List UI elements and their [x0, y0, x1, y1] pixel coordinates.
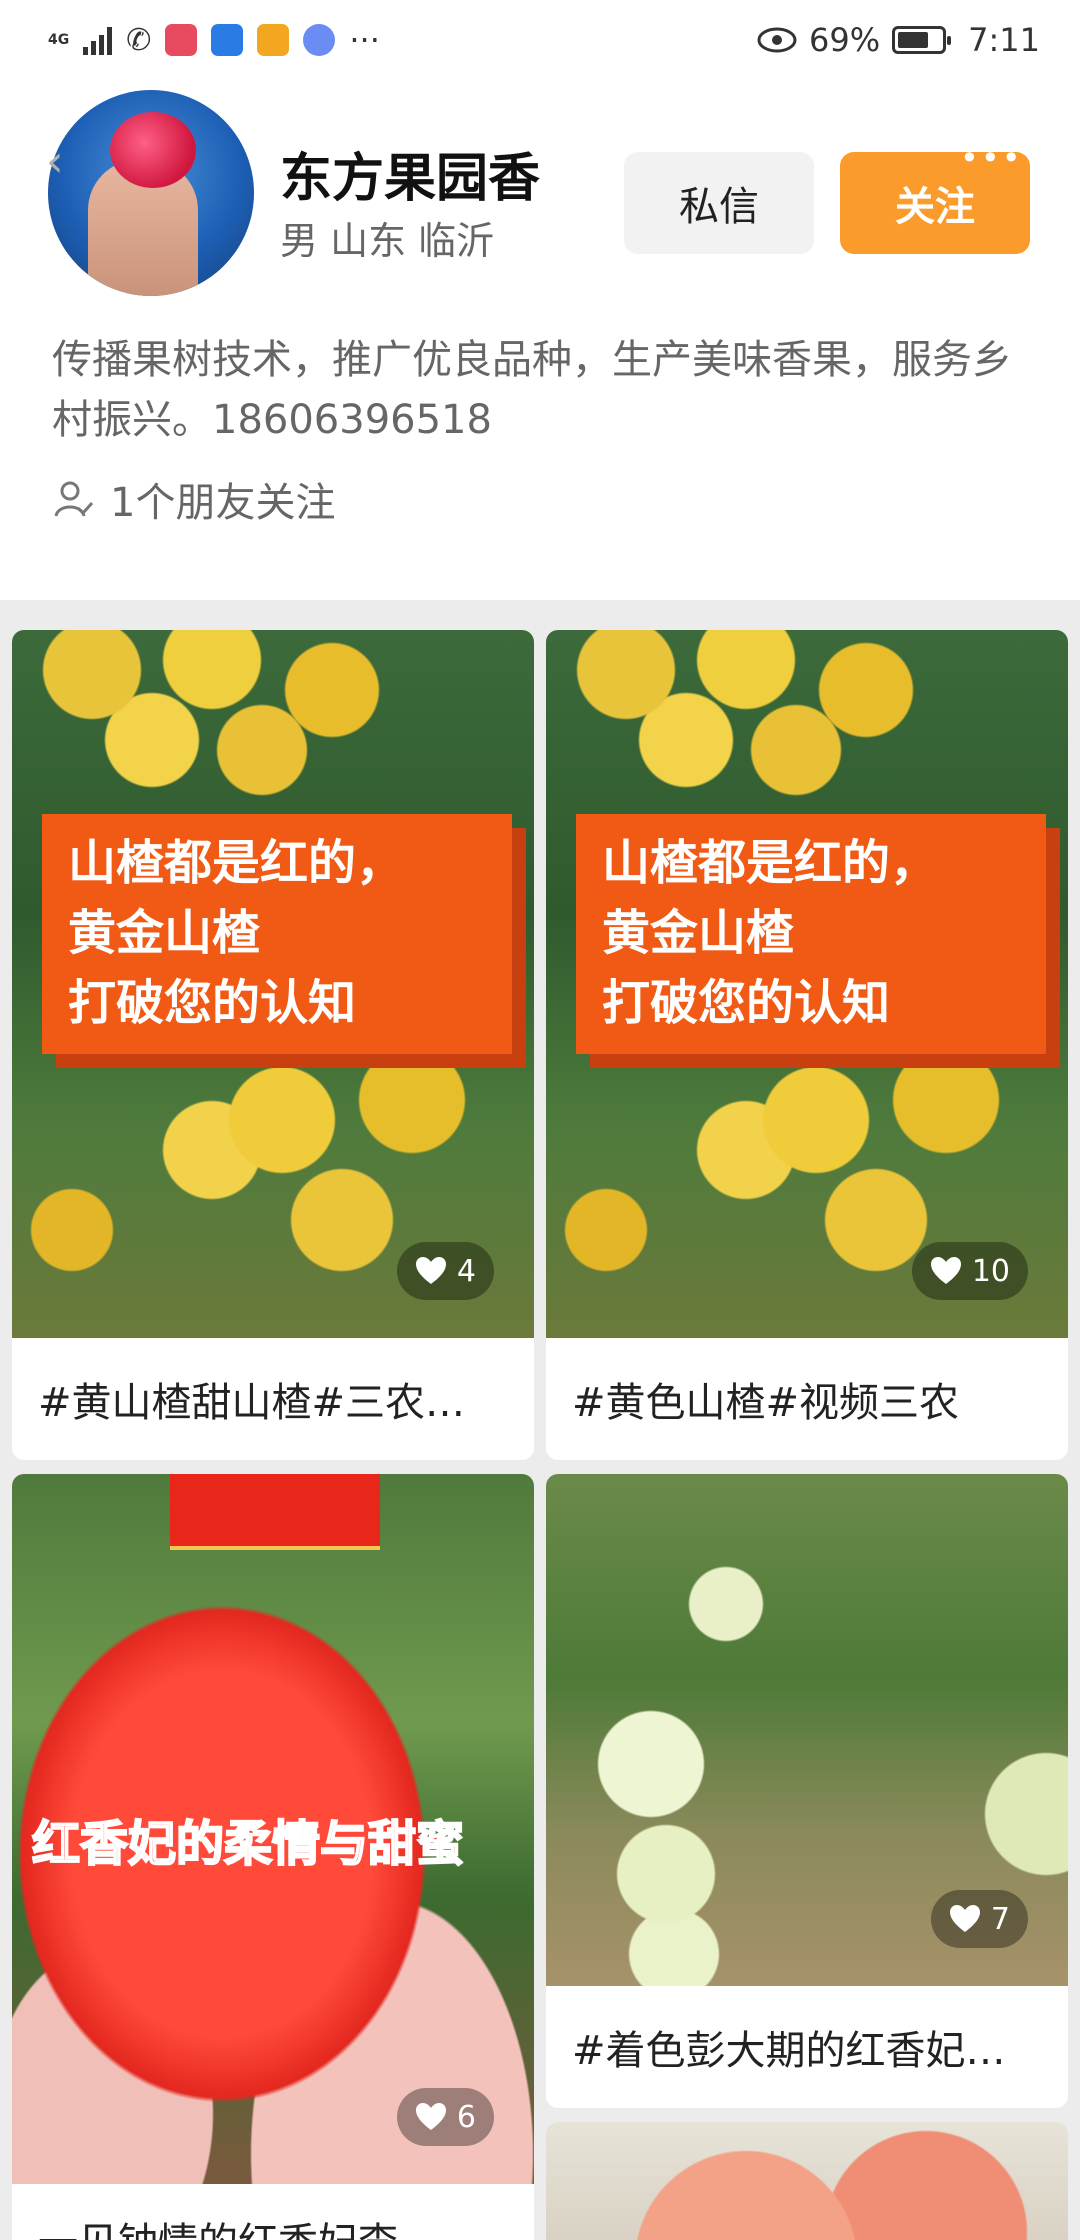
eye-icon	[757, 27, 797, 53]
post-card[interactable]: 山楂都是红的， 黄金山楂 打破您的认知 10 #黄色山楂#视频三农	[546, 630, 1068, 1460]
avatar-fruit-shape	[110, 112, 196, 188]
like-badge: 6	[396, 2088, 494, 2146]
message-button[interactable]: 私信	[624, 152, 814, 254]
overlay-line: 山楂都是红的，	[68, 835, 405, 891]
post-card[interactable]: 红香妃的柔情与甜蜜 6 一见钟情的红香妃李	[12, 1474, 534, 2240]
bulb-notification-icon	[211, 24, 244, 56]
profile-bio: 传播果树技术，推广优良品种，生产美味香果，服务乡村振兴。18606396518	[52, 337, 1012, 443]
post-thumbnail[interactable]: 红香妃的柔情与甜蜜 6	[12, 1474, 534, 2184]
overlay-banner: 山楂都是红的， 黄金山楂 打破您的认知	[42, 814, 512, 1054]
post-caption[interactable]: #着色彭大期的红香妃…	[572, 1986, 1042, 2108]
post-thumbnail[interactable]: 山楂都是红的， 黄金山楂 打破您的认知 10	[546, 630, 1068, 1338]
missed-call-icon: ✆	[126, 22, 152, 58]
music-notification-icon	[303, 24, 336, 56]
profile-name: 东方果园香	[280, 149, 541, 209]
more-options-icon[interactable]: •••	[960, 142, 1023, 174]
overlay-line: 黄金山楂	[68, 905, 261, 961]
post-caption-text: #黄山楂甜山楂#三农…	[38, 1380, 466, 1426]
overlay-line: 黄金山楂	[602, 905, 795, 961]
like-badge: 4	[396, 1242, 494, 1300]
post-caption-text: #黄色山楂#视频三农	[572, 1380, 960, 1426]
like-count: 6	[456, 2099, 476, 2135]
status-left: 4G ✆ ···	[48, 21, 380, 59]
overlay-text: 红香妃的柔情与甜蜜	[31, 1815, 465, 1873]
post-caption-text: 一见钟情的红香妃李	[38, 2210, 508, 2240]
post-caption-text: #着色彭大期的红香妃…	[572, 2028, 1006, 2074]
post-thumbnail[interactable]: 7	[546, 1474, 1068, 1986]
clock: 7:11	[968, 21, 1040, 59]
post-thumbnail[interactable]: 山楂都是红的， 黄金山楂 打破您的认知 4	[12, 630, 534, 1338]
post-card[interactable]: 山楂都是红的， 黄金山楂 打破您的认知 4 #黄山楂甜山楂#三农…	[12, 630, 534, 1460]
heart-icon	[949, 1905, 980, 1932]
post-caption[interactable]: #黄山楂甜山楂#三农…	[38, 1338, 508, 1460]
overlay-banner: 山楂都是红的， 黄金山楂 打破您的认知	[576, 814, 1046, 1054]
thumbnail-red-tag	[170, 1474, 380, 1550]
battery-icon	[892, 26, 952, 54]
like-count: 7	[990, 1901, 1010, 1937]
like-count: 10	[971, 1253, 1010, 1289]
overlay-line: 打破您的认知	[602, 975, 891, 1031]
app-notification-icon-2	[257, 24, 290, 56]
post-caption[interactable]: #黄色山楂#视频三农	[572, 1338, 1042, 1460]
overlay-line: 山楂都是红的，	[602, 835, 939, 891]
heart-icon	[415, 2103, 446, 2130]
app-notification-icon	[165, 24, 198, 56]
like-count: 4	[456, 1253, 476, 1289]
like-badge: 10	[911, 1242, 1028, 1300]
profile-header: ‹ 东方果园香 男 山东 临沂 私信 关注 ••• 传播果树技术，推广优良品种，…	[0, 80, 1080, 600]
overlay-line: 打破您的认知	[68, 975, 357, 1031]
avatar[interactable]	[48, 90, 254, 296]
status-right: 69% 7:11	[757, 21, 1040, 59]
post-thumbnail[interactable]	[546, 2122, 1068, 2240]
profile-meta: 男 山东 临沂	[280, 219, 495, 263]
signal-icon	[83, 25, 113, 55]
more-notifications-icon: ···	[349, 21, 380, 59]
network-type: 4G	[48, 32, 70, 48]
like-badge: 7	[930, 1890, 1028, 1948]
friends-following[interactable]: 1个朋友关注	[52, 470, 335, 528]
friend-icon	[54, 481, 94, 517]
post-card[interactable]: 7 #着色彭大期的红香妃…	[546, 1474, 1068, 2108]
friends-text: 1个朋友关注	[110, 480, 336, 526]
status-bar: 4G ✆ ··· 69% 7:11	[0, 0, 1080, 80]
post-caption[interactable]: 一见钟情的红香妃李	[38, 2190, 508, 2240]
battery-percent: 69%	[809, 21, 881, 59]
post-card[interactable]	[546, 2122, 1068, 2240]
back-icon[interactable]: ‹	[46, 136, 64, 187]
heart-icon	[415, 1257, 446, 1284]
heart-icon	[930, 1257, 961, 1284]
